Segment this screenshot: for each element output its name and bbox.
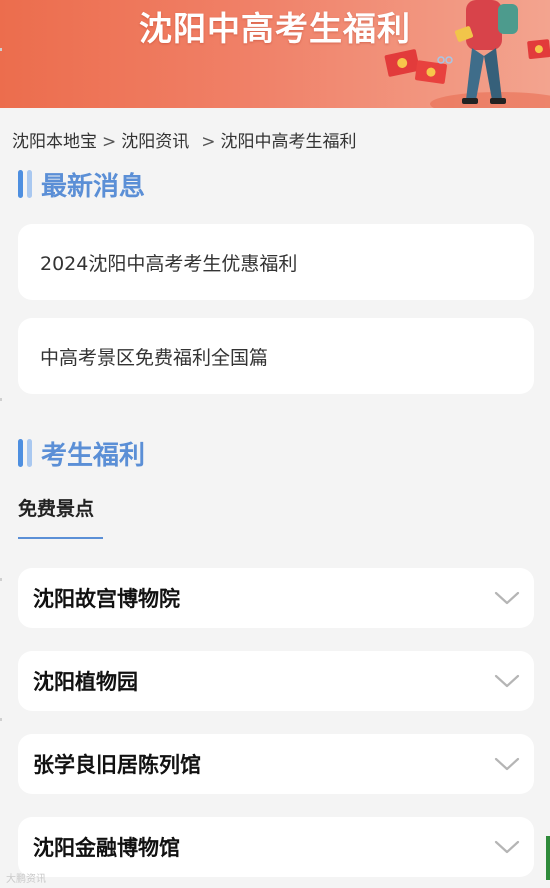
chevron-down-icon <box>494 840 520 854</box>
news-item-label: 2024沈阳中高考考生优惠福利 <box>40 252 298 275</box>
accordion-label: 沈阳植物园 <box>33 670 138 694</box>
news-item[interactable]: 中高考景区免费福利全国篇 <box>18 318 534 394</box>
accordion-item-botanical-garden[interactable]: 沈阳植物园 <box>18 651 534 711</box>
student-illustration-icon <box>384 0 550 108</box>
tab-free-attractions[interactable]: 免费景点 <box>18 494 94 521</box>
accordion-item-gugong[interactable]: 沈阳故宫博物院 <box>18 568 534 628</box>
accordion-item-finance-museum[interactable]: 沈阳金融博物馆 <box>18 817 534 877</box>
accordion-item-zhang-xueliang[interactable]: 张学良旧居陈列馆 <box>18 734 534 794</box>
hero-banner: 沈阳中高考生福利 <box>0 0 550 108</box>
chevron-down-icon <box>494 591 520 605</box>
side-edge-decoration <box>546 836 550 880</box>
tab-active-indicator <box>18 537 103 539</box>
latest-news-title: 最新消息 <box>41 171 146 202</box>
chevron-down-icon <box>494 674 520 688</box>
breadcrumb-separator: > <box>102 132 117 152</box>
accordion-label: 张学良旧居陈列馆 <box>33 753 201 777</box>
benefits-header: 考生福利 <box>18 437 146 471</box>
breadcrumb-item-current: 沈阳中高考生福利 <box>220 132 357 152</box>
accordion-label: 沈阳金融博物馆 <box>33 836 180 860</box>
accordion-label: 沈阳故宫博物院 <box>33 587 180 611</box>
news-item[interactable]: 2024沈阳中高考考生优惠福利 <box>18 224 534 300</box>
breadcrumb-item-news[interactable]: 沈阳资讯 <box>121 132 189 152</box>
breadcrumb: 沈阳本地宝 > 沈阳资讯 > 沈阳中高考生福利 <box>12 127 357 152</box>
section-bars-icon <box>18 170 32 198</box>
watermark-text: 大鹏资讯 <box>6 874 46 885</box>
breadcrumb-separator: > <box>201 132 216 152</box>
breadcrumb-item-home[interactable]: 沈阳本地宝 <box>12 132 97 152</box>
section-bars-icon <box>18 439 32 467</box>
news-item-label: 中高考景区免费福利全国篇 <box>40 346 269 369</box>
benefits-title: 考生福利 <box>41 440 146 471</box>
latest-news-header: 最新消息 <box>18 168 146 202</box>
chevron-down-icon <box>494 757 520 771</box>
